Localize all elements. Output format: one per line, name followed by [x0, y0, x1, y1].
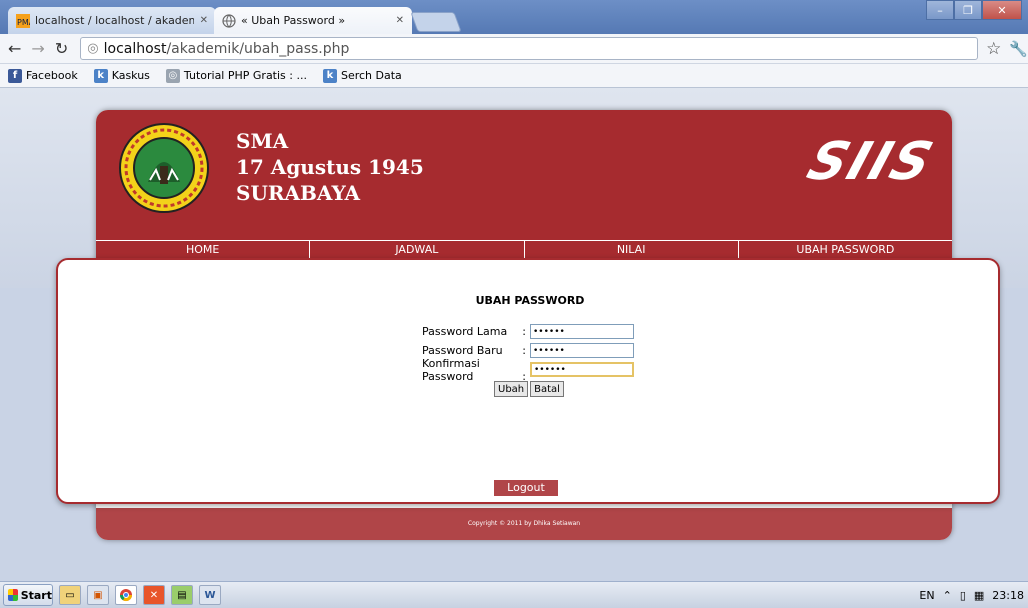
maximize-button[interactable]: ❐	[954, 0, 982, 20]
tab-phpmyadmin[interactable]: PMA localhost / localhost / akademik ✕	[8, 7, 216, 34]
logout-button[interactable]: Logout	[494, 480, 558, 496]
clock[interactable]: 23:18	[992, 589, 1024, 602]
school-line-1: SMA	[236, 129, 289, 153]
confirm-password-field[interactable]	[530, 362, 634, 377]
tab-title: localhost / localhost / akademik	[35, 14, 194, 27]
chrome-icon[interactable]	[115, 585, 137, 605]
word-icon[interactable]: W	[199, 585, 221, 605]
bookmark-label: Serch Data	[340, 69, 402, 82]
bookmark-star-icon[interactable]: ☆	[986, 39, 1001, 59]
language-indicator[interactable]: EN	[919, 589, 934, 602]
explorer-icon[interactable]: ▭	[59, 585, 81, 605]
tab-close-icon[interactable]: ✕	[200, 15, 208, 26]
menu-item-home[interactable]: HOME	[96, 241, 311, 258]
bookmark-label: Kaskus	[111, 69, 150, 82]
form-buttons: Ubah Batal	[494, 381, 566, 397]
browser-tabstrip: PMA localhost / localhost / akademik ✕ «…	[0, 0, 1028, 34]
siis-logo: SIIS	[800, 132, 942, 192]
cancel-button[interactable]: Batal	[530, 381, 564, 397]
kaskus-icon: k	[93, 68, 108, 83]
window-controls: – ❐ ✕	[926, 0, 1022, 20]
xampp-icon[interactable]: ✕	[143, 585, 165, 605]
svg-text:PMA: PMA	[17, 18, 30, 27]
tab-close-icon[interactable]: ✕	[396, 15, 404, 26]
change-password-form: Password Lama: Password Baru: Konfirmasi…	[422, 322, 634, 383]
new-tab-button[interactable]	[410, 12, 462, 32]
field-label: Password Baru:	[422, 344, 526, 357]
bookmark-serch-data[interactable]: k Serch Data	[322, 68, 402, 83]
main-menu: HOME JADWAL NILAI UBAH PASSWORD	[96, 240, 952, 258]
school-name: SMA 17 Agustus 1945 SURABAYA	[236, 128, 424, 206]
new-password-field[interactable]	[530, 343, 634, 358]
folder-icon[interactable]: ▤	[171, 585, 193, 605]
kaskus-icon: k	[322, 68, 337, 83]
form-row-confirm-password: Konfirmasi Password:	[422, 357, 634, 383]
wrench-icon[interactable]: 🔧	[1009, 40, 1028, 58]
start-button[interactable]: Start	[3, 584, 53, 606]
form-title: UBAH PASSWORD	[475, 294, 585, 307]
old-password-field[interactable]	[530, 324, 634, 339]
url-path: /akademik/ubah_pass.php	[166, 40, 350, 57]
menu-item-nilai[interactable]: NILAI	[525, 241, 739, 258]
close-button[interactable]: ✕	[982, 0, 1022, 20]
windows-logo-icon	[8, 589, 18, 601]
facebook-icon: f	[8, 68, 22, 83]
globe-icon: ◎	[165, 68, 180, 83]
menu-item-ubah-password[interactable]: UBAH PASSWORD	[739, 241, 952, 258]
submit-button[interactable]: Ubah	[494, 381, 529, 397]
start-label: Start	[20, 588, 52, 602]
globe-icon	[222, 13, 236, 28]
bookmark-label: Tutorial PHP Gratis : ...	[183, 69, 307, 82]
site-footer: Copyright © 2011 by Dhika Setiawan	[96, 508, 952, 540]
site-banner: SMA 17 Agustus 1945 SURABAYA SIIS	[96, 110, 952, 240]
taskbar: Start ▭ ▣ ✕ ▤ W EN ⌃ ▯ ▦ 23:18	[0, 581, 1028, 608]
bookmarks-bar: f Facebook k Kaskus ◎ Tutorial PHP Grati…	[0, 64, 1028, 88]
school-line-3: SURABAYA	[236, 181, 360, 205]
back-arrow-icon[interactable]: ←	[4, 38, 25, 60]
battery-icon[interactable]: ▯	[960, 589, 966, 602]
tray-expand-icon[interactable]: ⌃	[943, 589, 952, 602]
page-viewport: SMA 17 Agustus 1945 SURABAYA SIIS HOME J…	[0, 88, 1028, 581]
outlook-icon[interactable]: ▣	[87, 585, 109, 605]
content-panel: UBAH PASSWORD Password Lama: Password Ba…	[56, 258, 1000, 504]
address-bar[interactable]: ◎ localhost/akademik/ubah_pass.php	[80, 37, 979, 60]
phpmyadmin-icon: PMA	[16, 13, 30, 28]
network-icon[interactable]: ▦	[974, 589, 984, 602]
form-row-old-password: Password Lama:	[422, 322, 634, 341]
field-label: Konfirmasi Password:	[422, 356, 526, 383]
bookmark-kaskus[interactable]: k Kaskus	[93, 68, 150, 83]
school-seal-logo	[119, 123, 209, 213]
tab-ubah-password[interactable]: « Ubah Password » ✕	[214, 7, 412, 34]
tab-title: « Ubah Password »	[241, 14, 346, 27]
forward-arrow-icon[interactable]: →	[27, 38, 48, 60]
page-info-icon[interactable]: ◎	[87, 41, 98, 56]
minimize-button[interactable]: –	[926, 0, 954, 20]
system-tray: EN ⌃ ▯ ▦ 23:18	[911, 589, 1028, 602]
bookmark-facebook[interactable]: f Facebook	[8, 68, 78, 83]
menu-item-jadwal[interactable]: JADWAL	[310, 241, 525, 258]
reload-icon[interactable]: ↻	[51, 38, 72, 60]
browser-toolbar: ← → ↻ ◎ localhost/akademik/ubah_pass.php…	[0, 34, 1028, 64]
url-host: localhost	[103, 40, 167, 57]
field-label: Password Lama:	[422, 325, 526, 338]
bookmark-label: Facebook	[26, 69, 78, 82]
school-line-2: 17 Agustus 1945	[236, 155, 424, 179]
bookmark-tutorial-php[interactable]: ◎ Tutorial PHP Gratis : ...	[165, 68, 307, 83]
